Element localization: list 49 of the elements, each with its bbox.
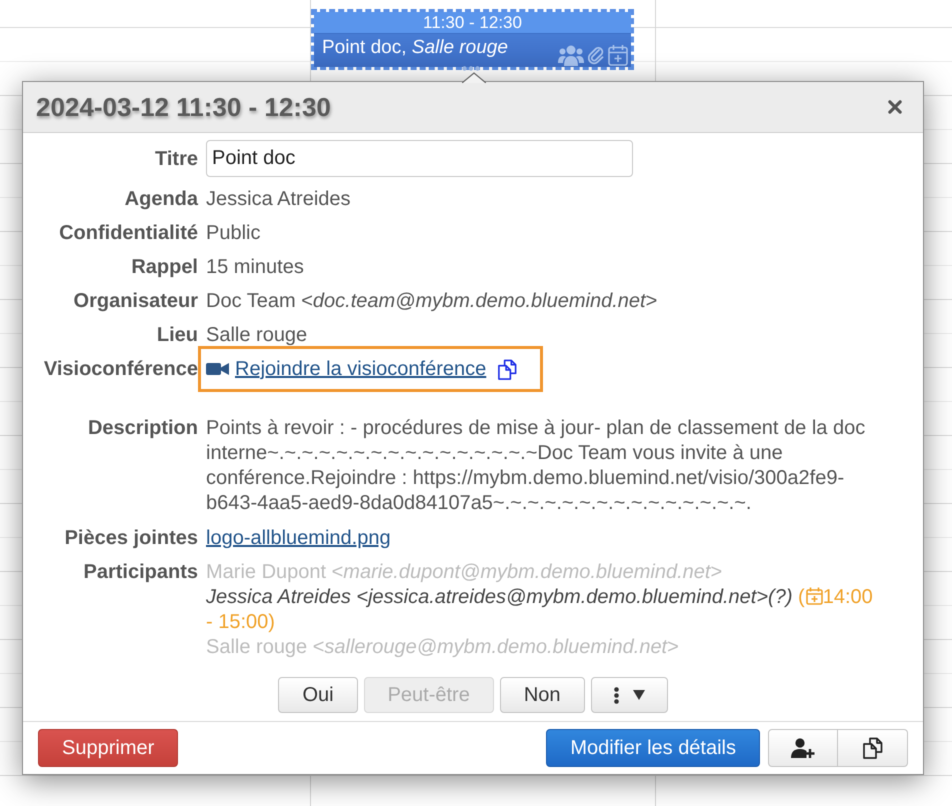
vertical-dots-icon	[614, 686, 619, 704]
field-value: Public	[206, 221, 262, 245]
field-label: Organisateur	[72, 289, 198, 313]
video-call-link[interactable]: Rejoindre la visioconférence	[229, 357, 486, 381]
copy-icon	[862, 737, 884, 759]
field-value: 15 minutes	[206, 255, 305, 279]
field-value: Jessica Atreides	[206, 187, 352, 211]
response-button[interactable]: Oui	[278, 677, 358, 713]
response-button[interactable]: Non	[500, 677, 585, 713]
event-block[interactable]: 11:30 - 12:30 Point doc, Salle rouge	[311, 9, 634, 70]
conflict-bracket: (	[798, 586, 805, 608]
attachment-link[interactable]: logo-allbluemind.png	[206, 527, 391, 549]
field-label: Description	[86, 416, 198, 441]
conflict-time: 14:00	[822, 586, 873, 608]
field-value: Doc Team <doc.team@mybm.demo.bluemind.net>	[206, 289, 658, 313]
field-label: Visioconférence	[42, 357, 198, 381]
users-icon	[558, 44, 584, 66]
conflict-time: - 15:00)	[206, 610, 275, 635]
video-camera-icon	[206, 361, 229, 377]
field-label: Lieu	[156, 323, 198, 347]
participant-name: Marie Dupont <marie.dupont@mybm.demo.bluemind.net>	[206, 561, 722, 583]
dialog-title: 2024-03-12 11:30 - 12:30	[36, 92, 331, 122]
paperclip-icon	[588, 44, 604, 66]
calendar-plus-icon	[608, 44, 628, 66]
event-time: 11:30 - 12:30	[314, 12, 631, 34]
close-icon	[888, 100, 902, 114]
duplicate-button[interactable]	[838, 729, 908, 767]
participant-name: Jessica Atreides <jessica.atreides@mybm.demo.bluemind.net>(?)	[206, 586, 792, 608]
participant-name: Salle rouge <sallerouge@mybm.demo.bluemind.net>	[206, 636, 679, 658]
event-title: Point doc, Salle rouge	[322, 36, 508, 60]
user-plus-icon	[790, 738, 816, 758]
resize-handle-icon[interactable]	[462, 66, 480, 71]
field-label: Titre	[154, 146, 198, 170]
edit-details-button[interactable]: Modifier les détails	[546, 729, 760, 767]
close-button[interactable]	[888, 100, 902, 114]
copy-icon[interactable]	[497, 358, 518, 380]
description-text: Points à revoir : - procédures de mise à jour- plan de classement de la doc interne~.~.~.~.~.~.~.~.~.~.~.~.~.~.~.~Doc Team vous invite à une conférence.Rejoindre : https://mybm.demo.bluemind.net/visio/300a2fe9-b643-4aa5-aed9-8da0d84107a5~.~.~.~.~.~.~.~.~.~.~.~.~.~.~.	[206, 416, 866, 516]
field-label: Confidentialité	[58, 221, 198, 245]
field-label: Rappel	[130, 255, 198, 279]
field-label: Participants	[82, 560, 198, 585]
field-label: Agenda	[124, 187, 198, 211]
title-input[interactable]: Point doc	[206, 140, 633, 177]
field-label: Pièces jointes	[64, 526, 198, 550]
delete-button[interactable]: Supprimer	[38, 729, 178, 767]
caret-icon	[632, 690, 645, 700]
field-value: Salle rouge	[206, 323, 308, 347]
calendar-plus-icon	[806, 587, 823, 605]
add-attendee-button[interactable]	[768, 729, 838, 767]
more-options-button[interactable]	[590, 677, 668, 713]
